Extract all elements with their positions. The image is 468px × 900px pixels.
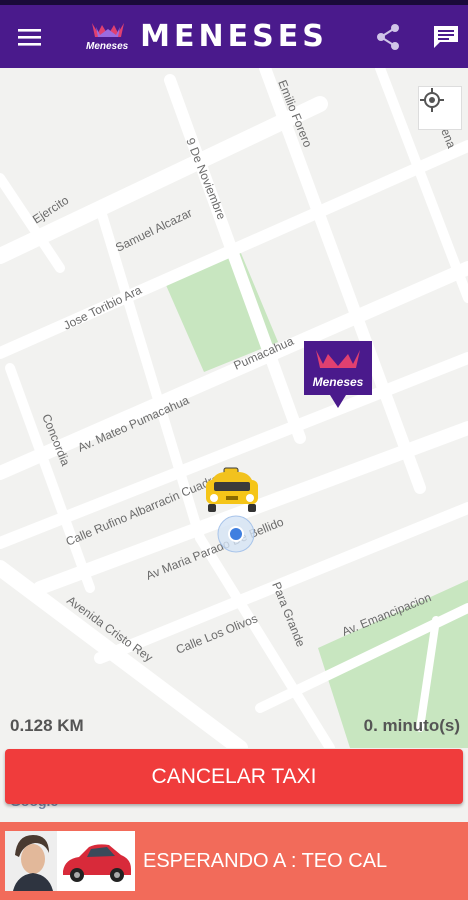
map-view[interactable]: Ejercito Samuel Alcazar 9 De Noviembre E… [0, 68, 468, 748]
app-bar: Meneses MENESES [0, 5, 468, 68]
waiting-status-text: ESPERANDO A : TEO CAL [143, 850, 388, 872]
chat-message-icon[interactable] [416, 5, 468, 68]
app-logo-text: Meneses [86, 41, 129, 52]
share-icon[interactable] [358, 5, 418, 68]
trip-eta: 0. minuto(s) [363, 716, 460, 735]
my-location-icon[interactable] [418, 86, 462, 130]
map-canvas: Ejercito Samuel Alcazar 9 De Noviembre E… [0, 68, 468, 748]
driver-status-bar: ESPERANDO A : TEO CAL [0, 822, 468, 900]
current-location-dot [217, 515, 255, 553]
hamburger-menu-icon[interactable] [0, 5, 60, 68]
cancel-taxi-button[interactable]: CANCELAR TAXI [5, 749, 463, 804]
app-logo: Meneses [86, 19, 129, 55]
driver-car-photo [57, 831, 135, 891]
marker-logo-text: Meneses [313, 375, 364, 389]
driver-avatar [5, 831, 57, 891]
trip-distance: 0.128 KM [10, 716, 84, 735]
